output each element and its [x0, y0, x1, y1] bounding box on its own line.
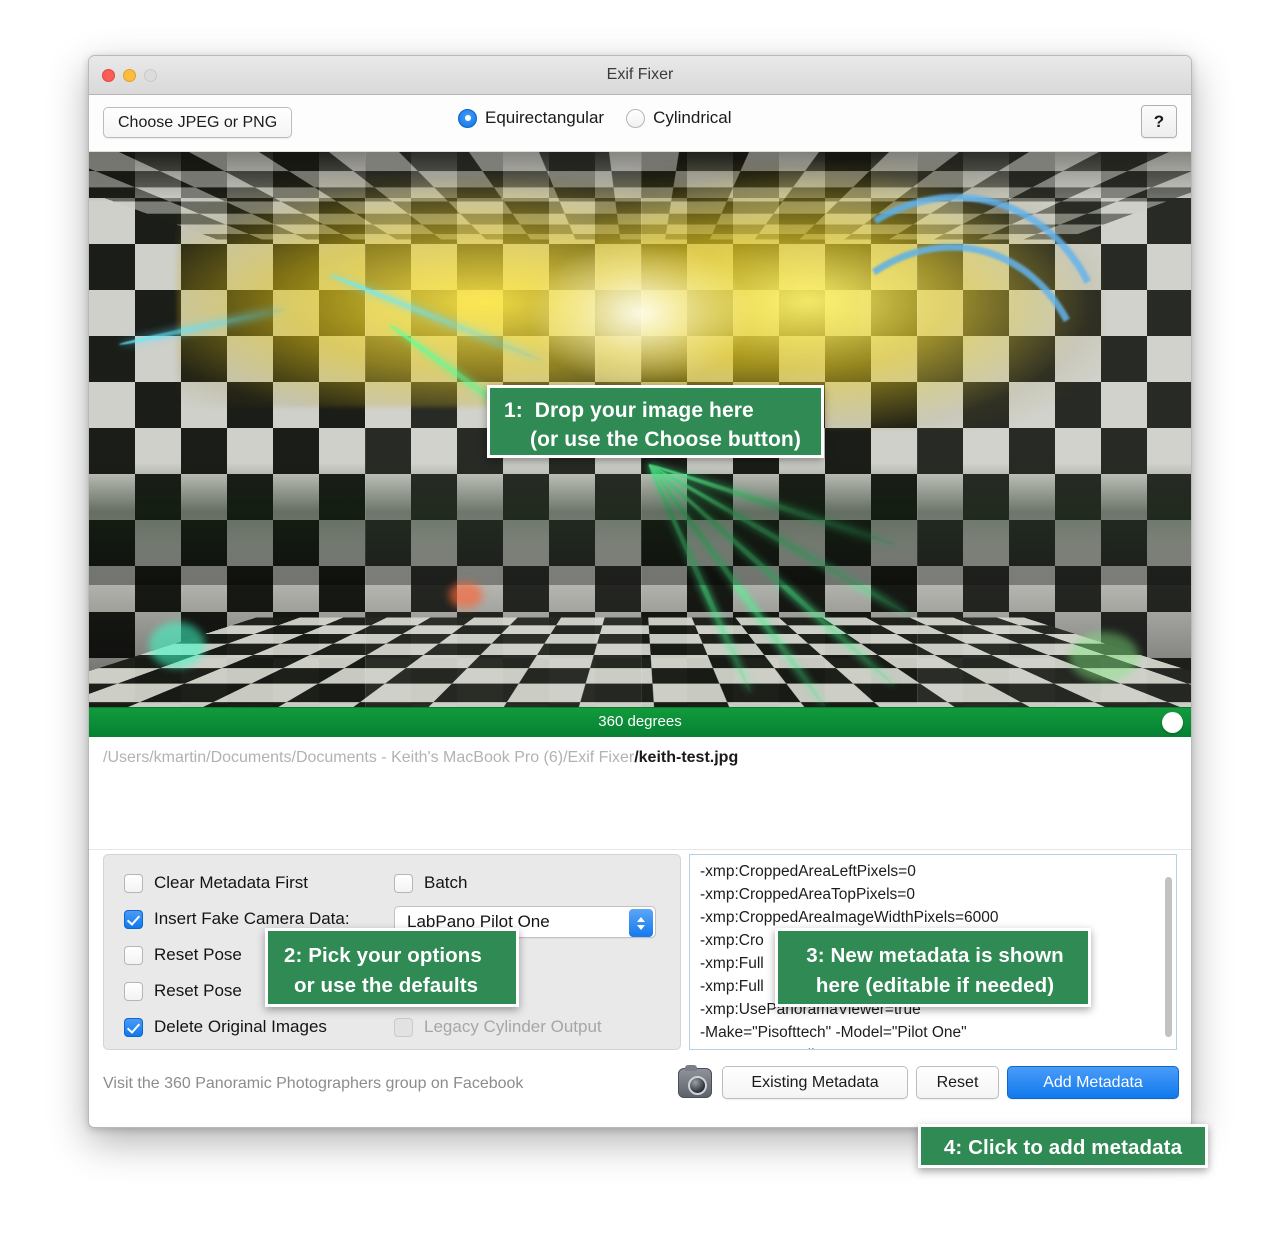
callout-text: Drop your image here	[534, 399, 754, 422]
checkbox-label: Reset Pose	[154, 945, 242, 964]
camera-icon[interactable]	[678, 1065, 712, 1098]
file-path: /Users/kmartin/Documents/Documents - Kei…	[103, 749, 738, 767]
crowd-light	[149, 622, 205, 668]
checkbox-indicator	[394, 1017, 413, 1037]
checkbox-indicator[interactable]	[124, 981, 143, 1001]
screen: Exif Fixer Choose JPEG or PNG Equirectan…	[0, 0, 1280, 1244]
callout-line: 1: Drop your image here	[504, 396, 807, 425]
checkbox-indicator[interactable]	[124, 945, 143, 965]
radio-equirectangular[interactable]: Equirectangular	[458, 108, 604, 128]
callout-number: 1:	[504, 399, 523, 422]
panorama-seam	[365, 152, 366, 707]
degrees-slider[interactable]: 360 degrees	[89, 707, 1191, 737]
checkbox-indicator[interactable]	[124, 1017, 143, 1037]
callout-number: 2:	[284, 944, 303, 967]
callout-number: 3:	[806, 944, 825, 967]
projection-radio-group: Equirectangular Cylindrical	[458, 108, 732, 128]
choose-file-button[interactable]: Choose JPEG or PNG	[103, 107, 293, 138]
checkbox-insert-fake-camera-data[interactable]: Insert Fake Camera Data:	[124, 909, 350, 929]
checkbox-clear-metadata-first[interactable]: Clear Metadata First	[124, 873, 308, 893]
callout-line: (or use the Choose button)	[530, 428, 801, 451]
checkbox-label: Insert Fake Camera Data:	[154, 909, 350, 928]
help-button[interactable]: ?	[1141, 105, 1177, 138]
checkbox-label: Reset Pose	[154, 981, 242, 1000]
radio-equirectangular-indicator[interactable]	[458, 108, 477, 128]
crowd-light	[1069, 632, 1139, 682]
chevron-updown-icon[interactable]	[629, 909, 653, 937]
checkbox-reset-pose-heading[interactable]: Reset Pose	[124, 945, 242, 965]
checkbox-legacy-cylinder-output: Legacy Cylinder Output	[394, 1017, 602, 1037]
metadata-scrollbar[interactable]	[1165, 877, 1172, 1037]
radio-cylindrical[interactable]: Cylindrical	[626, 108, 732, 128]
checkbox-indicator[interactable]	[124, 909, 143, 929]
callout-line: 3: New metadata is shown	[794, 941, 1076, 971]
degrees-slider-knob[interactable]	[1162, 712, 1183, 733]
file-path-filename: /keith-test.jpg	[634, 749, 739, 766]
checkbox-delete-original-images[interactable]: Delete Original Images	[124, 1017, 327, 1037]
file-path-area: /Users/kmartin/Documents/Documents - Kei…	[89, 737, 1191, 850]
degrees-label: 360 degrees	[598, 713, 682, 730]
top-toolbar: Choose JPEG or PNG Equirectangular Cylin…	[89, 95, 1191, 152]
panorama-seam	[917, 152, 918, 707]
checkbox-batch[interactable]: Batch	[394, 873, 467, 893]
callout-line: or use the defaults	[294, 974, 479, 997]
checkbox-indicator[interactable]	[124, 873, 143, 893]
existing-metadata-button[interactable]: Existing Metadata	[722, 1066, 908, 1099]
add-metadata-button[interactable]: Add Metadata	[1007, 1066, 1179, 1099]
facebook-group-link[interactable]: Visit the 360 Panoramic Photographers gr…	[103, 1075, 523, 1093]
window-titlebar: Exif Fixer	[89, 56, 1191, 95]
callout-pick-options: 2: Pick your options or use the defaults	[265, 928, 519, 1007]
callout-text: Pick your options	[308, 944, 482, 967]
callout-text: 4: Click to add metadata	[943, 1136, 1183, 1159]
file-path-directory: /Users/kmartin/Documents/Documents - Kei…	[103, 749, 635, 766]
checkbox-indicator[interactable]	[394, 873, 413, 893]
callout-new-metadata: 3: New metadata is shown here (editable …	[775, 928, 1091, 1007]
bottom-toolbar: Visit the 360 Panoramic Photographers gr…	[89, 1055, 1191, 1117]
checkbox-label: Legacy Cylinder Output	[424, 1017, 602, 1036]
callout-text: New metadata is shown	[830, 944, 1064, 967]
checkbox-label: Clear Metadata First	[154, 873, 308, 892]
callout-line: here (editable if needed)	[815, 974, 1055, 997]
checkbox-label: Delete Original Images	[154, 1017, 327, 1036]
checkbox-reset-pose-pitch[interactable]: Reset Pose	[124, 981, 242, 1001]
callout-line: 2: Pick your options	[284, 941, 502, 971]
stage-spotlight	[529, 240, 751, 386]
crowd-band	[89, 462, 1191, 585]
radio-cylindrical-label: Cylindrical	[653, 108, 732, 127]
window-title: Exif Fixer	[606, 66, 674, 83]
radio-cylindrical-indicator[interactable]	[626, 108, 646, 128]
crowd-light	[449, 582, 483, 608]
radio-equirectangular-label: Equirectangular	[485, 108, 605, 127]
reset-button[interactable]: Reset	[916, 1066, 999, 1099]
checkbox-label: Batch	[424, 873, 468, 892]
callout-click-add-metadata: 4: Click to add metadata	[918, 1124, 1208, 1168]
callout-drop-image: 1: Drop your image here (or use the Choo…	[487, 385, 824, 458]
